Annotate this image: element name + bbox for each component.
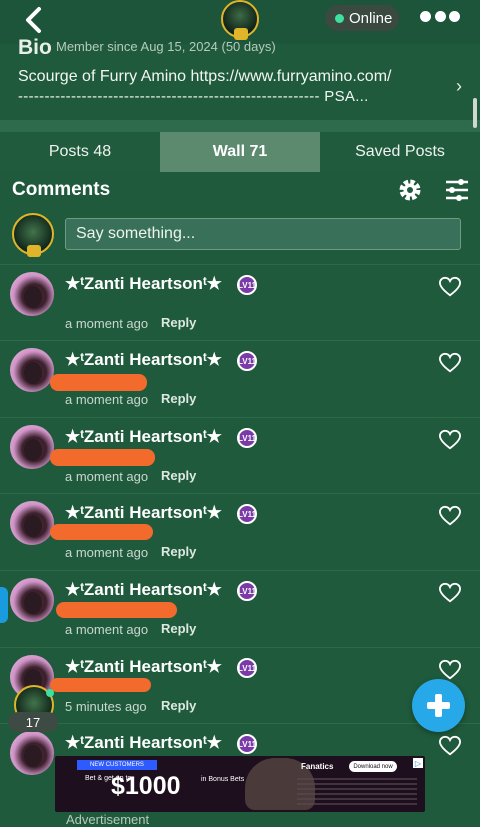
comment-time: a moment ago — [65, 622, 149, 637]
level-badge: LV11 — [237, 658, 257, 678]
ad-amount: $1000 — [111, 772, 181, 800]
redaction-mark — [50, 449, 155, 466]
level-badge: LV11 — [237, 351, 257, 371]
online-status-pill: Online — [325, 5, 399, 31]
tab-saved-posts[interactable]: Saved Posts — [320, 132, 480, 172]
scrollbar[interactable] — [473, 98, 477, 128]
filter-sliders-icon[interactable] — [445, 178, 469, 202]
reply-button[interactable]: Reply — [161, 698, 196, 713]
online-dot-icon — [335, 13, 344, 23]
comment-time: a moment ago — [65, 392, 149, 407]
gear-icon[interactable] — [397, 177, 423, 203]
comment-row: ★ᵗZanti Heartsonᵗ★ LV11 a moment ago Rep… — [0, 264, 480, 341]
comment-input[interactable]: Say something... — [65, 218, 461, 250]
ad-label: Advertisement — [66, 812, 150, 827]
comment-time: a moment ago — [65, 469, 149, 484]
bio-text[interactable]: Scourge of Furry Amino https://www.furry… — [18, 68, 391, 86]
redaction-mark — [50, 524, 153, 540]
redaction-mark — [50, 374, 147, 391]
comment-row: ★ᵗZanti Heartsonᵗ★ LV11 a moment ago Rep… — [0, 570, 480, 647]
redaction-mark — [50, 678, 151, 692]
heart-icon[interactable] — [439, 582, 461, 604]
heart-icon[interactable] — [439, 505, 461, 527]
ad-new-customers-badge: NEW CUSTOMERS — [77, 760, 157, 770]
crown-badge-icon — [27, 245, 41, 257]
heart-icon[interactable] — [439, 276, 461, 298]
commenter-avatar[interactable] — [10, 425, 54, 469]
ad-bonus-text: in Bonus Bets — [201, 776, 245, 783]
commenter-name[interactable]: ★ᵗZanti Heartsonᵗ★ — [65, 733, 222, 753]
ad-download-button[interactable]: Download now — [349, 761, 397, 772]
plus-icon[interactable] — [412, 679, 465, 732]
level-badge: LV11 — [237, 504, 257, 524]
tab-posts[interactable]: Posts 48 — [0, 132, 160, 172]
level-badge: LV11 — [237, 275, 257, 295]
commenter-name[interactable]: ★ᵗZanti Heartsonᵗ★ — [65, 274, 222, 294]
reply-button[interactable]: Reply — [161, 621, 196, 636]
level-badge: LV11 — [237, 581, 257, 601]
heart-icon[interactable] — [439, 735, 461, 757]
ad-choices-icon[interactable]: ▷ — [413, 758, 423, 768]
commenter-name[interactable]: ★ᵗZanti Heartsonᵗ★ — [65, 580, 222, 600]
advertisement-banner[interactable]: NEW CUSTOMERS Bet & get up to $1000 in B… — [55, 756, 425, 812]
commenter-name[interactable]: ★ᵗZanti Heartsonᵗ★ — [65, 657, 222, 677]
floating-count-badge: 17 — [8, 712, 58, 732]
bio-divider — [0, 120, 480, 132]
header-avatar[interactable] — [221, 0, 259, 40]
level-badge: LV11 — [237, 734, 257, 754]
commenter-name[interactable]: ★ᵗZanti Heartsonᵗ★ — [65, 350, 222, 370]
reply-button[interactable]: Reply — [161, 391, 196, 406]
ad-fine-print — [297, 778, 417, 808]
comment-row: ★ᵗZanti Heartsonᵗ★ LV11 a moment ago Rep… — [0, 417, 480, 494]
reply-button[interactable]: Reply — [161, 544, 196, 559]
profile-tabs: Posts 48 Wall 71 Saved Posts — [0, 132, 480, 172]
level-badge: LV11 — [237, 428, 257, 448]
commenter-avatar[interactable] — [10, 501, 54, 545]
member-since: Member since Aug 15, 2024 (50 days) — [56, 39, 276, 54]
online-dot-icon — [46, 689, 54, 697]
chevron-right-icon[interactable]: › — [456, 76, 462, 97]
comment-row: ★ᵗZanti Heartsonᵗ★ LV11 a moment ago Rep… — [0, 340, 480, 417]
commenter-avatar[interactable] — [10, 578, 54, 622]
bio-title: Bio — [18, 36, 52, 59]
my-avatar[interactable] — [12, 213, 54, 257]
comment-time: a moment ago — [65, 316, 149, 331]
commenter-name[interactable]: ★ᵗZanti Heartsonᵗ★ — [65, 427, 222, 447]
bio-dashes: ----------------------------------------… — [18, 88, 369, 105]
comment-row: ★ᵗZanti Heartsonᵗ★ LV11 a moment ago Rep… — [0, 493, 480, 570]
comment-time: 5 minutes ago — [65, 699, 147, 714]
back-arrow-icon[interactable] — [20, 6, 48, 34]
heart-icon[interactable] — [439, 429, 461, 451]
commenter-avatar[interactable] — [10, 272, 54, 316]
commenter-avatar[interactable] — [10, 731, 54, 775]
comment-time: a moment ago — [65, 545, 149, 560]
comments-title: Comments — [12, 179, 111, 200]
online-label: Online — [349, 9, 393, 27]
reply-button[interactable]: Reply — [161, 468, 196, 483]
commenter-name[interactable]: ★ᵗZanti Heartsonᵗ★ — [65, 503, 222, 523]
redaction-mark — [56, 602, 177, 618]
heart-icon[interactable] — [439, 659, 461, 681]
tab-wall[interactable]: Wall 71 — [160, 132, 320, 172]
comment-row: ★ᵗZanti Heartsonᵗ★ LV11 5 minutes ago Re… — [0, 647, 480, 724]
heart-icon[interactable] — [439, 352, 461, 374]
ad-brand: Fanatics — [301, 762, 334, 771]
commenter-avatar[interactable] — [10, 348, 54, 392]
side-drawer-handle[interactable] — [0, 587, 8, 623]
more-options-icon[interactable] — [420, 11, 460, 25]
reply-button[interactable]: Reply — [161, 315, 196, 330]
